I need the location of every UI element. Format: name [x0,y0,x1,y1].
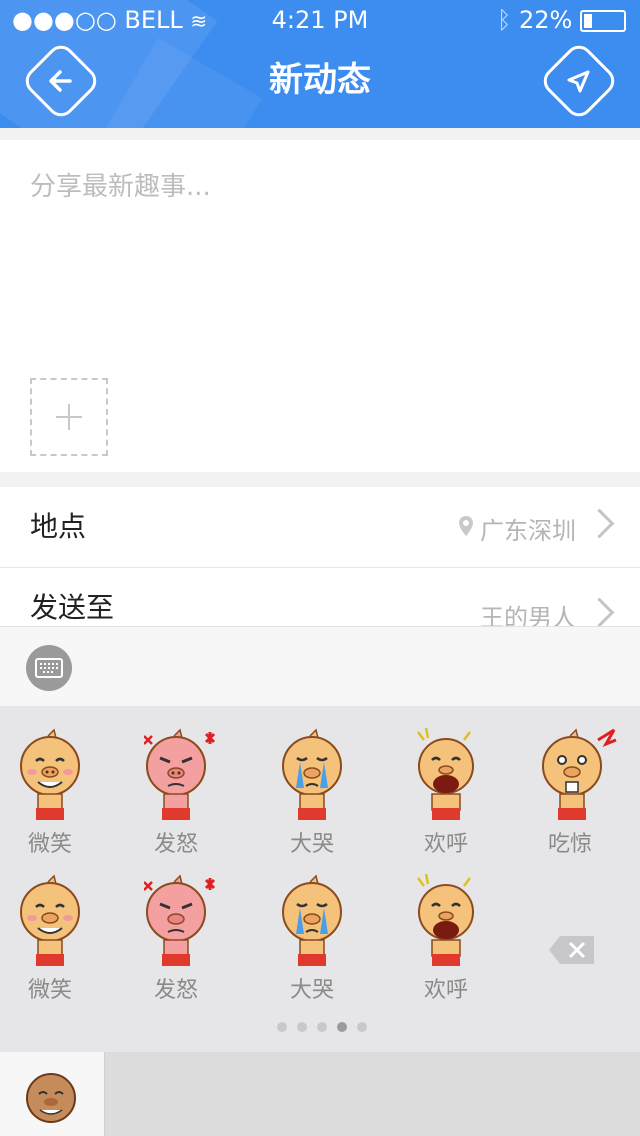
post-text-input[interactable]: 分享最新趣事... [30,166,211,203]
emoji-label: 大哭 [289,978,334,1003]
page-dot[interactable] [357,1022,367,1032]
pig-smile-icon [20,874,80,966]
chevron-right-icon [584,508,615,539]
plus-icon [56,404,82,430]
battery-icon [580,10,626,32]
status-bar-right: ᛒ 22% [497,0,626,40]
pig-surprise-icon [542,728,617,820]
emoji-cry[interactable]: 大哭 [262,874,362,1004]
emoji-cry[interactable]: 大哭 [262,728,362,858]
emoji-angry[interactable]: 发怒 [126,728,226,858]
emoji-cheer[interactable]: 欢呼 [396,874,496,1004]
compose-area[interactable]: 分享最新趣事... [0,140,640,472]
add-photo-button[interactable] [30,378,108,456]
emoji-angry[interactable]: 发怒 [126,874,226,1004]
page-dot[interactable] [317,1022,327,1032]
emoji-smile[interactable]: 微笑 [0,874,100,1004]
send-to-row[interactable]: 发送至 王的男人 [0,568,640,626]
keyboard-toggle-button[interactable] [26,645,72,691]
location-value: 广东深圳 [480,517,576,545]
emoji-label: 大哭 [289,832,334,857]
keyboard-icon [35,658,63,678]
location-pin-icon [459,516,473,536]
location-label: 地点 [30,510,87,543]
back-button[interactable] [19,39,103,123]
emoji-surprise[interactable]: 吃惊 [520,728,620,858]
emoji-label: 欢呼 [423,832,468,857]
emoji-label: 发怒 [153,832,198,857]
location-row[interactable]: 地点 广东深圳 [0,487,640,568]
emoji-label: 发怒 [153,978,198,1003]
send-button[interactable] [537,39,621,123]
backspace-icon [549,936,594,964]
emoji-smile[interactable]: 微笑 [0,728,100,858]
emoji-label: 欢呼 [423,978,468,1003]
battery-percent: 22% [519,6,573,34]
pig-cry-icon [282,728,342,820]
pig-cheer-icon [417,728,474,820]
delete-button[interactable] [548,934,596,966]
pig-angry-icon [144,728,216,820]
arrow-left-icon [49,70,72,92]
send-to-value: 王的男人 [480,604,576,626]
sticker-set-tab[interactable] [0,1052,104,1136]
send-icon [567,70,590,93]
page-dot[interactable] [277,1022,287,1032]
header: ●●●○○ BELL ≋ 4:21 PM ᛒ 22% 新动态 [0,0,640,128]
chevron-right-icon [584,597,615,626]
page-dot[interactable] [297,1022,307,1032]
pig-avatar-icon [26,1073,76,1123]
pig-cheer-icon [417,874,474,966]
page-dot-active[interactable] [337,1022,347,1032]
sticker-set-empty-area [104,1052,640,1136]
sticker-set-bar [0,1052,640,1136]
emoji-cheer[interactable]: 欢呼 [396,728,496,858]
emoji-label: 微笑 [27,832,72,857]
bluetooth-icon: ᛒ [496,6,512,34]
emoji-label: 吃惊 [547,832,592,857]
pig-cry-icon [282,874,342,966]
pig-smile-icon [20,728,80,820]
emoji-label: 微笑 [27,978,72,1003]
input-toolbar [0,626,640,707]
send-to-label: 发送至 [30,591,115,624]
pig-angry-icon [144,874,216,966]
